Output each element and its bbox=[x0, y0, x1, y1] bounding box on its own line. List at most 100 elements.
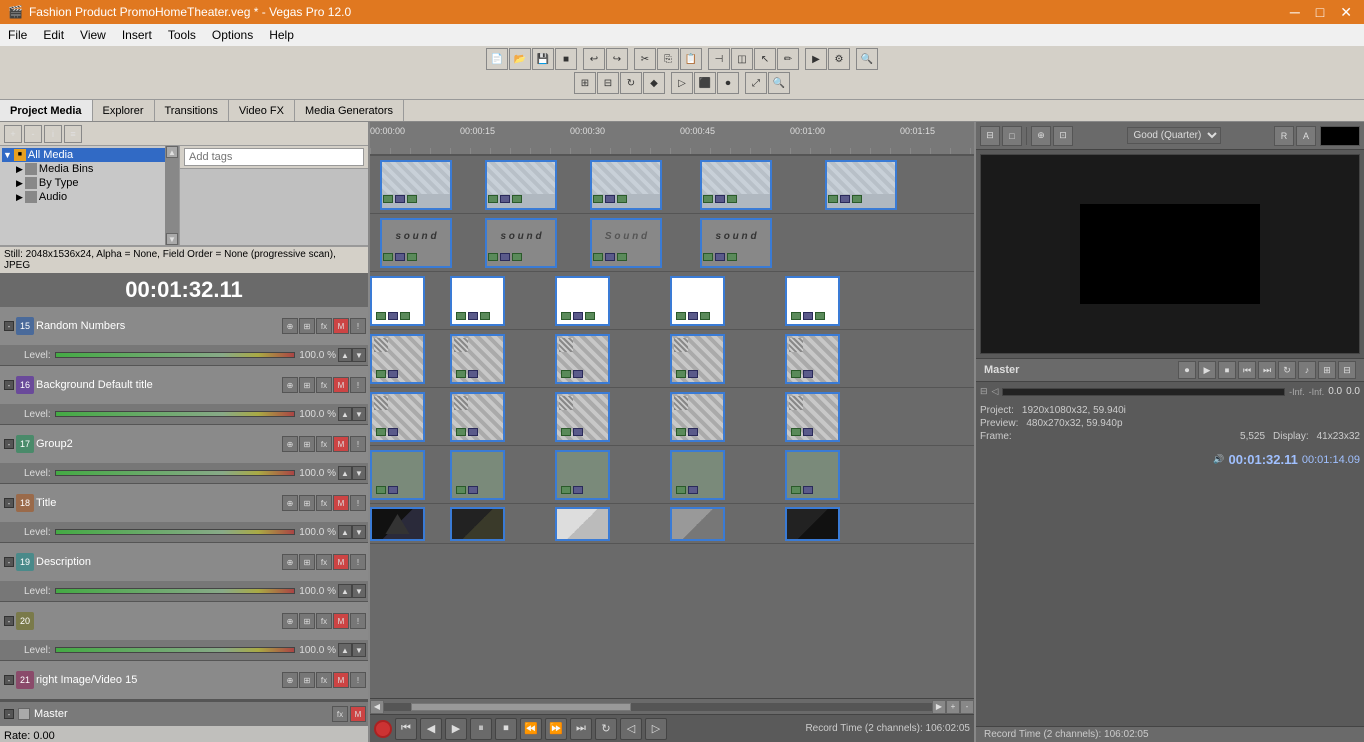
clip-18-4[interactable] bbox=[670, 334, 725, 384]
clip-15-5[interactable] bbox=[825, 160, 897, 210]
tree-scroll-up[interactable]: ▲ bbox=[166, 146, 178, 158]
preview-ch-a[interactable]: A bbox=[1296, 126, 1316, 146]
new-button[interactable]: 📄 bbox=[486, 48, 508, 70]
clip-19-5[interactable] bbox=[785, 392, 840, 442]
track-17-compositing[interactable]: ⊕ bbox=[282, 436, 298, 452]
preview-prev-btn[interactable]: ⏮ bbox=[1238, 361, 1256, 379]
tab-project-media[interactable]: Project Media bbox=[0, 100, 93, 121]
tab-transitions[interactable]: Transitions bbox=[155, 100, 229, 121]
track-15-level-slider[interactable] bbox=[55, 352, 296, 358]
preview-more-btn[interactable]: ⊟ bbox=[1338, 361, 1356, 379]
track-17-mute[interactable]: M bbox=[333, 436, 349, 452]
hscroll-track[interactable] bbox=[384, 703, 932, 711]
track-20-up[interactable]: ▲ bbox=[338, 643, 352, 657]
track-17-solo[interactable]: ! bbox=[350, 436, 366, 452]
zoom-fit-button[interactable]: ⤢ bbox=[745, 72, 767, 94]
tab-explorer[interactable]: Explorer bbox=[93, 100, 155, 121]
clip-17-3[interactable] bbox=[555, 276, 610, 326]
tree-scroll-down[interactable]: ▼ bbox=[166, 233, 178, 245]
clip-21-3[interactable] bbox=[555, 507, 610, 541]
track-18-duplicate[interactable]: ⊞ bbox=[299, 495, 315, 511]
track-17-expand[interactable]: - bbox=[4, 439, 14, 449]
clip-17-2[interactable] bbox=[450, 276, 505, 326]
track-15-mute[interactable]: M bbox=[333, 318, 349, 334]
clip-17-1[interactable] bbox=[370, 276, 425, 326]
track-21-fx[interactable]: fx bbox=[316, 672, 332, 688]
split-button[interactable]: ⊣ bbox=[708, 48, 730, 70]
track-19-level-slider[interactable] bbox=[55, 588, 296, 594]
track-15-up[interactable]: ▲ bbox=[338, 348, 352, 362]
track-16-down[interactable]: ▼ bbox=[352, 407, 366, 421]
media-props-button[interactable]: i bbox=[44, 125, 62, 143]
preview-quality-select[interactable]: Good (Quarter) Best (Full) bbox=[1127, 127, 1221, 144]
hscroll-thumb[interactable] bbox=[411, 703, 630, 711]
preview-crop-btn[interactable]: ⊡ bbox=[1053, 126, 1073, 146]
preview-record-btn[interactable]: ⏺ bbox=[1178, 361, 1196, 379]
track-17-level-slider[interactable] bbox=[55, 470, 296, 476]
transport-go-end[interactable]: ⏭ bbox=[570, 718, 592, 740]
clip-15-3[interactable] bbox=[590, 160, 662, 210]
menu-view[interactable]: View bbox=[72, 26, 114, 44]
menu-help[interactable]: Help bbox=[261, 26, 302, 44]
track-20-duplicate[interactable]: ⊞ bbox=[299, 613, 315, 629]
track-19-duplicate[interactable]: ⊞ bbox=[299, 554, 315, 570]
master-expand[interactable]: - bbox=[4, 709, 14, 719]
track-19-solo[interactable]: ! bbox=[350, 554, 366, 570]
marker-button[interactable]: ◆ bbox=[643, 72, 665, 94]
title-bar-right[interactable]: ─ □ ✕ bbox=[1286, 4, 1356, 21]
track-18-expand[interactable]: - bbox=[4, 498, 14, 508]
redo-button[interactable]: ↪ bbox=[606, 48, 628, 70]
menu-file[interactable]: File bbox=[0, 26, 35, 44]
track-19-expand[interactable]: - bbox=[4, 557, 14, 567]
clip-20-5[interactable] bbox=[785, 450, 840, 500]
track-19-mute[interactable]: M bbox=[333, 554, 349, 570]
play-button[interactable]: ▷ bbox=[671, 72, 693, 94]
preview-split-btn[interactable]: ⊟ bbox=[980, 126, 1000, 146]
transport-loop[interactable]: ↻ bbox=[595, 718, 617, 740]
track-16-level-slider[interactable] bbox=[55, 411, 296, 417]
preview-full-btn[interactable]: □ bbox=[1002, 126, 1022, 146]
media-import-button[interactable]: + bbox=[4, 125, 22, 143]
properties-button[interactable]: ⚙ bbox=[828, 48, 850, 70]
tree-item-media-bins[interactable]: Media Bins bbox=[39, 163, 93, 175]
maximize-button[interactable]: □ bbox=[1312, 4, 1328, 21]
render-button[interactable]: ▶ bbox=[805, 48, 827, 70]
hscroll-right-btn[interactable]: ▶ bbox=[932, 700, 946, 714]
clip-16-2[interactable]: s o u n d bbox=[485, 218, 557, 268]
track-16-up[interactable]: ▲ bbox=[338, 407, 352, 421]
transport-go-start[interactable]: ⏮ bbox=[395, 718, 417, 740]
edit-button[interactable]: ✏ bbox=[777, 48, 799, 70]
track-21-mute[interactable]: M bbox=[333, 672, 349, 688]
track-21-duplicate[interactable]: ⊞ bbox=[299, 672, 315, 688]
clip-20-1[interactable] bbox=[370, 450, 425, 500]
track-16-duplicate[interactable]: ⊞ bbox=[299, 377, 315, 393]
clip-15-2[interactable] bbox=[485, 160, 557, 210]
menu-options[interactable]: Options bbox=[204, 26, 261, 44]
minimize-button[interactable]: ─ bbox=[1286, 4, 1304, 21]
transport-record-btn[interactable] bbox=[374, 720, 392, 738]
tree-item-all-media[interactable]: All Media bbox=[28, 149, 73, 161]
loop-button[interactable]: ↻ bbox=[620, 72, 642, 94]
track-20-solo[interactable]: ! bbox=[350, 613, 366, 629]
timeline-hscrollbar[interactable]: ◀ ▶ + - bbox=[370, 698, 974, 714]
preview-settings-btn[interactable]: ⊞ bbox=[1318, 361, 1336, 379]
clip-21-1[interactable] bbox=[370, 507, 425, 541]
clip-20-3[interactable] bbox=[555, 450, 610, 500]
close-button[interactable]: ✕ bbox=[1336, 4, 1356, 21]
clip-18-1[interactable] bbox=[370, 334, 425, 384]
track-20-level-slider[interactable] bbox=[55, 647, 296, 653]
clip-17-5[interactable] bbox=[785, 276, 840, 326]
transport-prev-frame[interactable]: ⏪ bbox=[520, 718, 542, 740]
clip-18-5[interactable] bbox=[785, 334, 840, 384]
track-17-down[interactable]: ▼ bbox=[352, 466, 366, 480]
transport-stop[interactable]: ⏹ bbox=[495, 718, 517, 740]
track-15-duplicate[interactable]: ⊞ bbox=[299, 318, 315, 334]
hscroll-plus-btn[interactable]: + bbox=[946, 700, 960, 714]
preview-ch-r[interactable]: R bbox=[1274, 126, 1294, 146]
track-21-solo[interactable]: ! bbox=[350, 672, 366, 688]
master-mute[interactable]: M bbox=[350, 706, 366, 722]
preview-stop-btn[interactable]: ⏹ bbox=[1218, 361, 1236, 379]
preview-mute-btn[interactable]: ♪ bbox=[1298, 361, 1316, 379]
clip-21-5[interactable] bbox=[785, 507, 840, 541]
track-20-expand[interactable]: - bbox=[4, 616, 14, 626]
